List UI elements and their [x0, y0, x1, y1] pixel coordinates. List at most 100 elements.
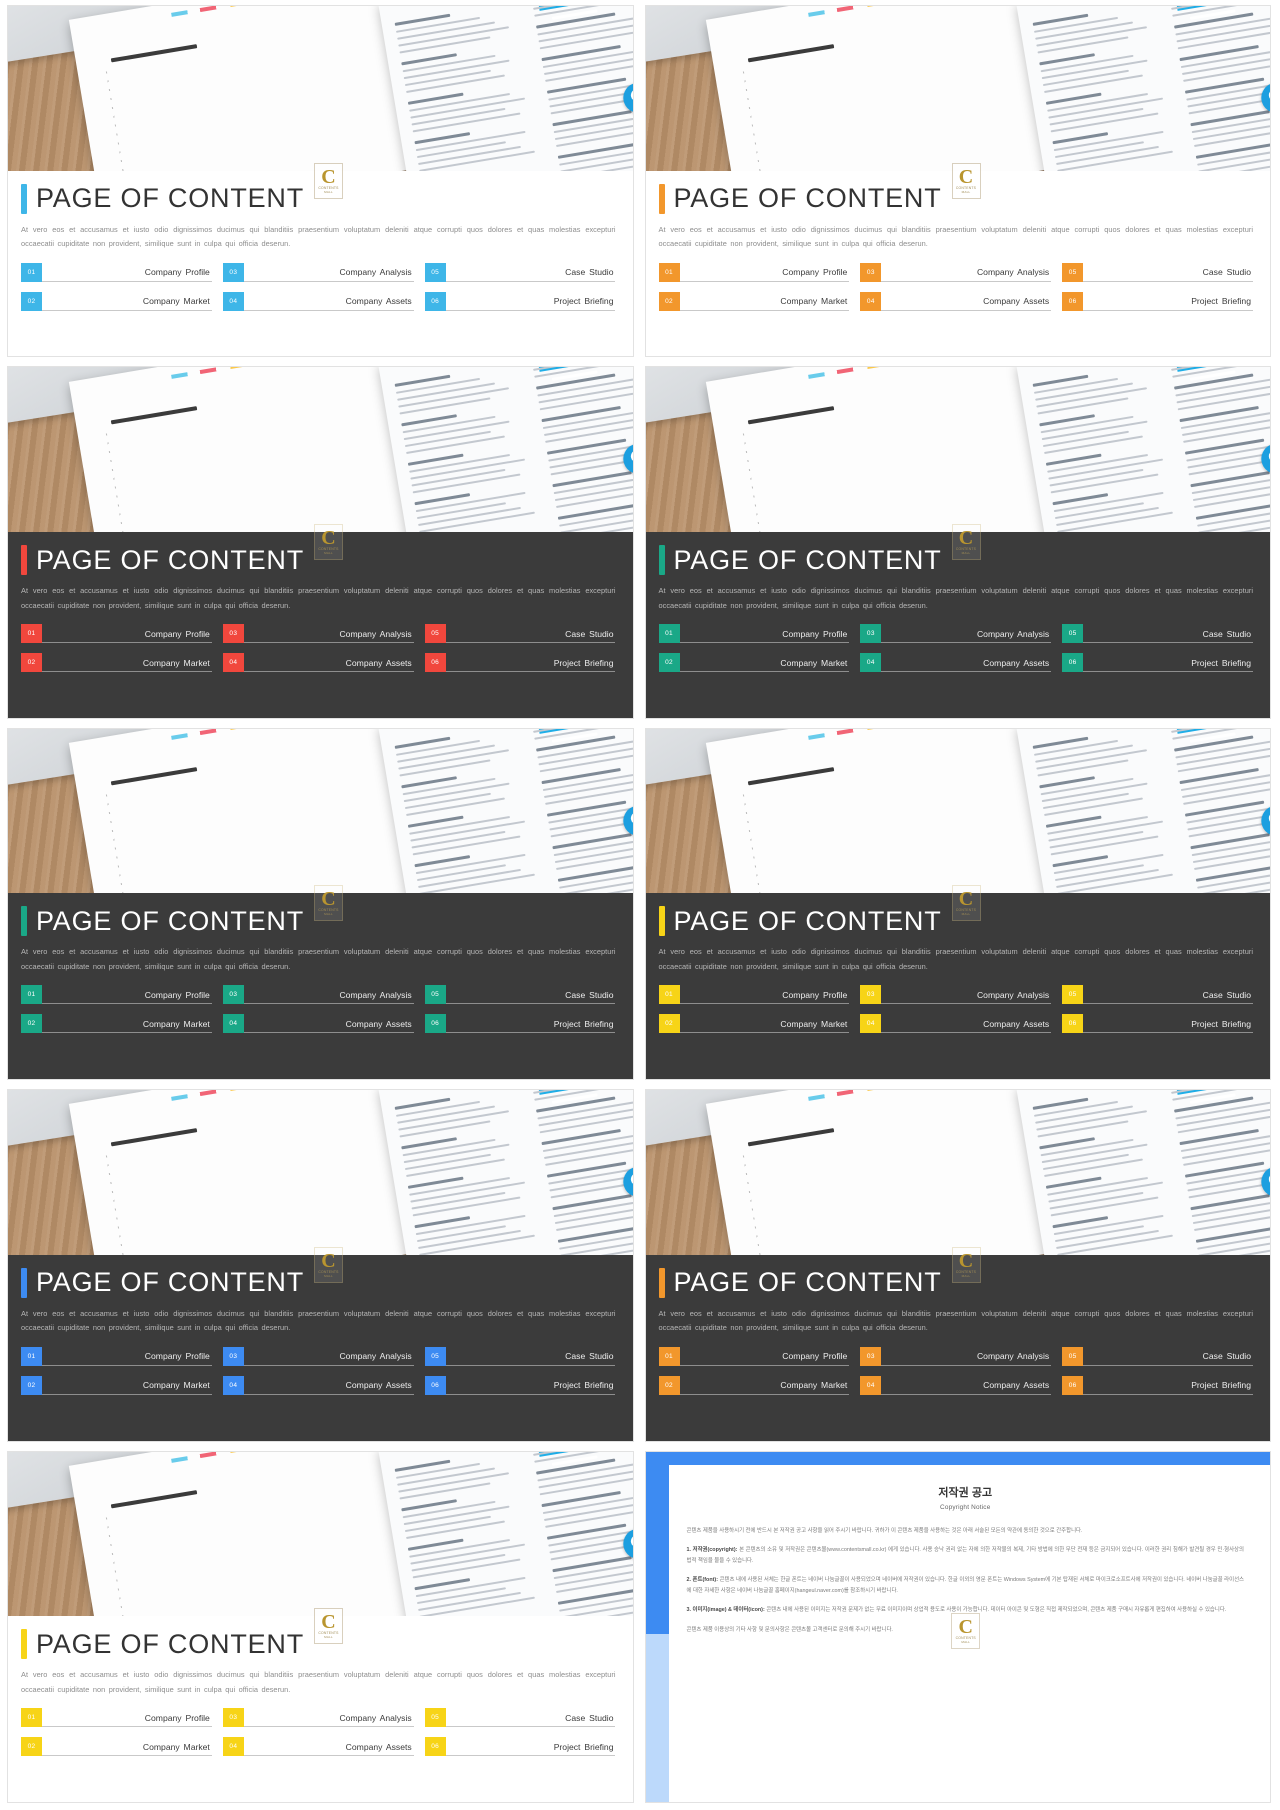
content-item[interactable]: 06 Project Briefing [1062, 652, 1253, 672]
content-item[interactable]: 04 Company Assets [222, 652, 414, 672]
resume-document: EDUCATION SKILLS [378, 1090, 633, 1255]
content-item-number: 03 [860, 1346, 882, 1366]
content-item[interactable]: 03 Company Analysis [860, 1346, 1052, 1366]
slide-paragraph: At vero eos et accusamus et iusto odio d… [21, 224, 616, 249]
content-item[interactable]: 03 Company Analysis [860, 262, 1052, 282]
content-item[interactable]: 01 Company Profile [21, 1346, 212, 1366]
slide-thumbnail[interactable]: EDUCATION SKILLS C CONTENTS MALL PAGE OF… [7, 1450, 634, 1803]
content-item[interactable]: 01 Company Profile [658, 623, 850, 643]
content-item[interactable]: 03 Company Analysis [222, 262, 414, 282]
content-item[interactable]: 05 Case Studio [424, 1346, 616, 1366]
content-item[interactable]: 04 Company Assets [222, 1737, 414, 1757]
watermark-line1: CONTENTS [955, 1635, 976, 1640]
content-item[interactable]: 02 Company Market [658, 1014, 850, 1034]
content-item[interactable]: 03 Company Analysis [222, 1708, 414, 1728]
copyright-section-title: 1. 저작권(copyright): [686, 1547, 738, 1554]
content-item[interactable]: 01 Company Profile [21, 985, 212, 1005]
content-item-number: 03 [860, 985, 882, 1005]
content-item[interactable]: 03 Company Analysis [222, 623, 414, 643]
content-item[interactable]: 04 Company Assets [222, 1375, 414, 1395]
content-item[interactable]: 02 Company Market [21, 1375, 212, 1395]
slide-thumbnail[interactable]: EDUCATION SKILLS C CONTENTS MALL PAGE OF… [644, 5, 1271, 358]
content-item[interactable]: 06 Project Briefing [424, 1014, 616, 1034]
content-item[interactable]: 04 Company Assets [860, 1014, 1052, 1034]
content-item[interactable]: 03 Company Analysis [222, 985, 414, 1005]
content-item[interactable]: 03 Company Analysis [860, 985, 1052, 1005]
slide-thumbnail[interactable]: EDUCATION SKILLS C CONTENTS MALL PAGE OF… [7, 1089, 634, 1442]
slide-thumbnail[interactable]: EDUCATION SKILLS C CONTENTS MALL PAGE OF… [7, 727, 634, 1081]
copyright-section-text: 콘텐츠 내에 사용된 이미지는 저작권 문제가 없는 무료 이미지이며 상업적 … [766, 1607, 1227, 1614]
slide-thumbnail[interactable]: EDUCATION SKILLS C CONTENTS MALL PAGE OF… [644, 366, 1271, 719]
slide-thumbnail[interactable]: EDUCATION SKILLS C CONTENTS MALL PAGE OF… [644, 727, 1271, 1081]
content-item[interactable]: 02 Company Market [21, 1737, 212, 1757]
content-item[interactable]: 03 Company Analysis [222, 1346, 414, 1366]
resume-right-column [1167, 1090, 1270, 1255]
content-item[interactable]: 02 Company Market [658, 1375, 850, 1395]
chart-bar-segment [337, 886, 362, 891]
content-item[interactable]: 05 Case Studio [1062, 1346, 1253, 1366]
content-item[interactable]: 02 Company Market [658, 291, 850, 311]
copyright-outro: 콘텐츠 제품 이용상의 기타 사항 및 문의사항은 콘텐츠몰 고객센터로 문의해… [686, 1626, 893, 1633]
content-item[interactable]: 05 Case Studio [424, 623, 616, 643]
content-item[interactable]: 01 Company Profile [21, 1708, 212, 1728]
content-item[interactable]: 06 Project Briefing [424, 291, 616, 311]
content-item[interactable]: 02 Company Market [21, 291, 212, 311]
slide-thumbnail[interactable]: EDUCATION SKILLS C CONTENTS MALL PAGE OF… [7, 5, 634, 358]
slide-thumbnail[interactable]: EDUCATION SKILLS C CONTENTS MALL PAGE OF… [7, 366, 634, 719]
copyright-section-text: 콘텐츠 내에 사용된 서체는 한글 폰트는 네이버 나눔글꼴이 사용되었으며 네… [686, 1577, 1245, 1594]
slide-thumbnail-grid: EDUCATION SKILLS C CONTENTS MALL PAGE OF… [0, 0, 1280, 1810]
content-item[interactable]: 04 Company Assets [222, 291, 414, 311]
content-item[interactable]: 06 Project Briefing [1062, 291, 1253, 311]
chart-bar-segment [365, 1243, 390, 1248]
content-item-label: Company Analysis [243, 267, 414, 282]
content-item[interactable]: 02 Company Market [658, 652, 850, 672]
content-item[interactable]: 01 Company Profile [658, 985, 850, 1005]
content-item[interactable]: 05 Case Studio [1062, 262, 1253, 282]
content-item[interactable]: 06 Project Briefing [424, 652, 616, 672]
content-item[interactable]: 06 Project Briefing [1062, 1014, 1253, 1034]
content-item[interactable]: 01 Company Profile [21, 623, 212, 643]
content-item[interactable]: 05 Case Studio [424, 1708, 616, 1728]
slide-paragraph: At vero eos et accusamus et iusto odio d… [658, 947, 1253, 971]
content-item[interactable]: 05 Case Studio [424, 262, 616, 282]
content-item[interactable]: 04 Company Assets [860, 1375, 1052, 1395]
chart-bar-segment [337, 525, 362, 530]
title-accent-bar [21, 906, 27, 937]
content-item[interactable]: 04 Company Assets [860, 652, 1052, 672]
slide-photo-header: EDUCATION SKILLS [645, 367, 1270, 533]
content-item[interactable]: 01 Company Profile [658, 262, 850, 282]
slide-paragraph: At vero eos et accusamus et iusto odio d… [21, 947, 616, 971]
content-item[interactable]: 05 Case Studio [424, 985, 616, 1005]
content-item[interactable]: 05 Case Studio [1062, 985, 1253, 1005]
content-item[interactable]: 03 Company Analysis [860, 623, 1052, 643]
content-item[interactable]: 02 Company Market [21, 652, 212, 672]
content-item[interactable]: 01 Company Profile [658, 1346, 850, 1366]
chart-bar-segment [1002, 159, 1027, 164]
slide-photo-header: EDUCATION SKILLS [645, 1090, 1270, 1255]
chart-legend [808, 6, 988, 18]
content-item[interactable]: 01 Company Profile [21, 262, 212, 282]
slide-body: C CONTENTS MALL PAGE OF CONTENT At vero … [8, 1608, 633, 1802]
copyright-section-title: 2. 폰트(font): [686, 1577, 719, 1584]
title-accent-bar [21, 1629, 27, 1660]
content-item-label: Company Assets [243, 296, 414, 311]
content-item[interactable]: 05 Case Studio [1062, 623, 1253, 643]
content-item-label: Case Studio [1083, 267, 1253, 282]
content-item[interactable]: 06 Project Briefing [1062, 1375, 1253, 1395]
resume-text-line [534, 1090, 633, 1102]
content-item-number: 05 [424, 985, 446, 1005]
chart-bar-segment [365, 881, 390, 886]
content-item-label: Company Assets [243, 1380, 414, 1395]
content-item-number: 05 [424, 1708, 446, 1728]
slide-thumbnail[interactable]: EDUCATION SKILLS C CONTENTS MALL PAGE OF… [644, 1089, 1271, 1442]
content-item[interactable]: 02 Company Market [21, 1014, 212, 1034]
content-item-number: 02 [658, 1375, 680, 1395]
content-item-label: Company Profile [679, 267, 850, 282]
resume-right-column [1167, 367, 1270, 533]
content-item[interactable]: 06 Project Briefing [424, 1737, 616, 1757]
slide-title-row: PAGE OF CONTENT [21, 1629, 616, 1660]
content-item[interactable]: 04 Company Assets [860, 291, 1052, 311]
content-item[interactable]: 04 Company Assets [222, 1014, 414, 1034]
slide-title-row: PAGE OF CONTENT [21, 906, 616, 937]
content-item[interactable]: 06 Project Briefing [424, 1375, 616, 1395]
